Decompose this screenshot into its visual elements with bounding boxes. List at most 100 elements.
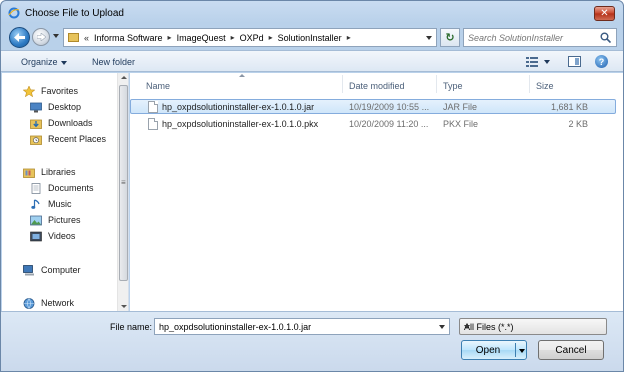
nav-libraries-label: Libraries [41, 167, 76, 177]
split-divider [515, 343, 516, 357]
nav-recent-places[interactable]: Recent Places [30, 131, 106, 147]
downloads-folder-icon [30, 119, 42, 129]
nav-pictures-label: Pictures [48, 215, 81, 225]
nav-pictures[interactable]: Pictures [30, 212, 81, 228]
organize-label: Organize [21, 57, 58, 67]
search-input[interactable] [468, 32, 596, 43]
column-divider[interactable] [342, 75, 343, 93]
nav-computer[interactable]: Computer [23, 262, 81, 278]
chevron-down-icon [60, 60, 67, 65]
close-icon: ✕ [600, 7, 609, 19]
bottom-pane: File name: All Files (*.*) Open Cancel [1, 311, 623, 371]
videos-icon [30, 231, 42, 241]
breadcrumb-separator-icon[interactable]: ▸ [269, 33, 273, 42]
forward-button[interactable] [32, 28, 50, 46]
file-name: hp_oxpdsolutioninstaller-ex-1.0.1.0.jar [162, 102, 315, 112]
column-header-row: Name Date modified Type Size [130, 73, 623, 95]
title-bar: Choose File to Upload ✕ [1, 1, 623, 25]
address-dropdown-icon[interactable] [426, 36, 432, 40]
file-type: JAR File [443, 102, 478, 112]
file-date-modified: 10/19/2009 10:55 ... [349, 102, 430, 112]
file-row[interactable]: hp_oxpdsolutioninstaller-ex-1.0.1.0.jar … [130, 99, 616, 114]
file-date-modified: 10/20/2009 11:20 ... [349, 119, 429, 129]
folder-icon [68, 33, 79, 42]
documents-icon [31, 182, 41, 194]
nav-network-label: Network [41, 298, 75, 308]
refresh-icon: ↻ [445, 32, 455, 44]
open-options-dropdown-icon[interactable] [519, 349, 525, 353]
breadcrumb-separator-icon[interactable]: ▸ [231, 33, 235, 42]
internet-explorer-icon [8, 7, 20, 19]
breadcrumb-informa-software[interactable]: Informa Software [94, 33, 163, 43]
nav-music-label: Music [48, 199, 72, 209]
recent-pages-dropdown-icon[interactable] [53, 34, 59, 38]
refresh-button[interactable]: ↻ [440, 28, 460, 47]
close-button[interactable]: ✕ [594, 6, 615, 21]
file-icon [148, 118, 158, 130]
nav-music[interactable]: Music [30, 196, 72, 212]
address-row: « Informa Software ▸ ImageQuest ▸ OXPd ▸… [1, 25, 623, 49]
file-row[interactable]: hp_oxpdsolutioninstaller-ex-1.0.1.0.pkx … [130, 116, 616, 131]
view-list-icon [526, 57, 538, 67]
column-divider[interactable] [529, 75, 530, 93]
file-type: PKX File [443, 119, 479, 129]
navigation-pane: Favorites Desktop Downloads Recent Place… [2, 73, 129, 311]
libraries-icon [23, 168, 35, 178]
file-name: hp_oxpdsolutioninstaller-ex-1.0.1.0.pkx [162, 119, 319, 129]
scroll-down-icon[interactable] [121, 305, 127, 308]
back-button[interactable] [9, 27, 30, 48]
scroll-up-icon[interactable] [121, 76, 127, 79]
desktop-icon [30, 102, 42, 112]
nav-downloads-label: Downloads [48, 118, 93, 128]
nav-documents[interactable]: Documents [30, 180, 94, 196]
preview-pane-icon[interactable] [568, 56, 581, 67]
column-divider[interactable] [436, 75, 437, 93]
sort-ascending-icon [239, 74, 245, 77]
help-icon[interactable]: ? [595, 55, 608, 68]
search-box[interactable] [463, 28, 617, 47]
nav-favorites[interactable]: Favorites [23, 83, 78, 99]
scrollbar-thumb[interactable] [119, 85, 128, 281]
file-name-input[interactable] [155, 319, 433, 334]
address-bar[interactable]: « Informa Software ▸ ImageQuest ▸ OXPd ▸… [63, 28, 437, 47]
navigation-scrollbar[interactable] [117, 73, 128, 311]
file-list: Name Date modified Type Size hp_oxpdsolu… [130, 73, 623, 311]
breadcrumb-solutioninstaller[interactable]: SolutionInstaller [278, 33, 342, 43]
nav-videos-label: Videos [48, 231, 76, 241]
computer-icon [23, 264, 34, 275]
cancel-button[interactable]: Cancel [538, 340, 604, 360]
file-name-combobox[interactable] [154, 318, 450, 335]
music-icon [31, 198, 40, 209]
recent-places-icon [30, 135, 42, 145]
file-size: 2 KB [568, 119, 588, 129]
star-icon [23, 85, 35, 97]
organize-menu[interactable]: Organize [21, 57, 67, 67]
file-icon [148, 101, 158, 113]
column-header-date-modified[interactable]: Date modified [349, 81, 405, 91]
nav-videos[interactable]: Videos [30, 228, 75, 244]
nav-computer-label: Computer [41, 265, 81, 275]
breadcrumb-oxpd[interactable]: OXPd [240, 33, 264, 43]
nav-downloads[interactable]: Downloads [30, 115, 93, 131]
nav-recent-places-label: Recent Places [48, 134, 107, 144]
breadcrumb-imagequest[interactable]: ImageQuest [177, 33, 226, 43]
search-icon[interactable] [600, 32, 611, 43]
breadcrumb-separator-icon[interactable]: ▸ [168, 33, 172, 42]
nav-documents-label: Documents [48, 183, 94, 193]
change-view-button[interactable] [526, 56, 550, 68]
nav-desktop[interactable]: Desktop [30, 99, 81, 115]
new-folder-button[interactable]: New folder [92, 57, 135, 67]
nav-libraries[interactable]: Libraries [23, 164, 76, 180]
column-header-name[interactable]: Name [146, 81, 170, 91]
chevron-down-icon[interactable] [439, 325, 445, 329]
nav-network[interactable]: Network [23, 295, 74, 311]
open-button[interactable]: Open [461, 340, 527, 360]
breadcrumb-separator-icon[interactable]: ▸ [347, 33, 351, 42]
address-overflow[interactable]: « [84, 33, 89, 43]
pictures-icon [30, 215, 42, 225]
column-header-size[interactable]: Size [536, 81, 554, 91]
file-type-select[interactable]: All Files (*.*) [459, 318, 607, 335]
file-size: 1,681 KB [551, 102, 589, 112]
back-arrow-icon [14, 33, 25, 42]
column-header-type[interactable]: Type [443, 81, 463, 91]
